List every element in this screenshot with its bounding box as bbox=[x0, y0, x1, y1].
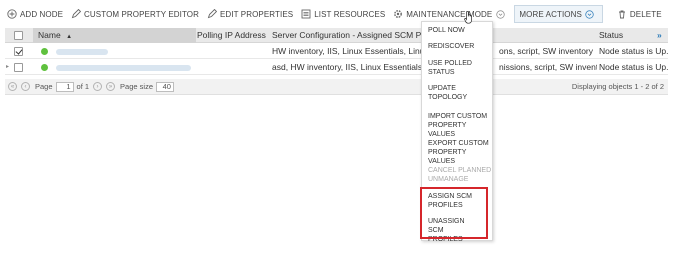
edit-properties-label: EDIT PROPERTIES bbox=[220, 9, 294, 19]
pencil-icon bbox=[71, 9, 82, 19]
status-up-icon bbox=[41, 64, 48, 71]
custom-property-editor-label: CUSTOM PROPERTY EDITOR bbox=[84, 9, 199, 19]
first-page-button[interactable]: « bbox=[8, 82, 17, 91]
delete-label: DELETE bbox=[629, 9, 662, 19]
node-name-redacted bbox=[56, 49, 108, 55]
grid-header: Name ▲ Polling IP Address Server Configu… bbox=[5, 28, 668, 43]
pencil-icon bbox=[207, 9, 217, 19]
table-row[interactable]: ▸ asd, HW inventory, IIS, Linux Essentia… bbox=[5, 60, 668, 75]
gear-icon bbox=[393, 9, 403, 19]
expand-arrow-icon[interactable]: ▸ bbox=[6, 60, 9, 75]
menu-item-import-custom-property-values[interactable]: IMPORT CUSTOM PROPERTY VALUES bbox=[428, 112, 492, 139]
previous-page-button[interactable]: ‹ bbox=[21, 82, 30, 91]
column-name-label: Name bbox=[38, 30, 61, 40]
menu-item-update-topology[interactable]: UPDATE TOPOLOGY bbox=[428, 84, 476, 102]
row-checkbox[interactable] bbox=[14, 63, 23, 72]
menu-item-poll-now[interactable]: POLL NOW bbox=[428, 26, 492, 35]
column-header-status[interactable]: Status bbox=[599, 28, 649, 43]
more-actions-label: MORE ACTIONS bbox=[519, 9, 582, 19]
page-input[interactable]: 1 bbox=[55, 81, 74, 92]
toolbar: ADD NODE CUSTOM PROPERTY EDITOR EDIT PRO… bbox=[0, 0, 675, 28]
page-size-label: Page size bbox=[120, 82, 153, 91]
sort-ascending-icon: ▲ bbox=[66, 34, 73, 40]
scm-profiles-highlight bbox=[420, 187, 488, 239]
expand-columns-icon[interactable]: » bbox=[657, 28, 667, 43]
column-header-server-config[interactable]: Server Configuration - Assigned SCM Pr bbox=[272, 28, 422, 43]
list-icon bbox=[301, 9, 311, 19]
status-up-icon bbox=[41, 48, 48, 55]
custom-property-editor-button[interactable]: CUSTOM PROPERTY EDITOR bbox=[71, 9, 199, 19]
page-label: Page bbox=[35, 82, 53, 91]
add-node-button[interactable]: ADD NODE bbox=[7, 9, 63, 19]
more-actions-button[interactable]: MORE ACTIONS bbox=[514, 5, 603, 23]
row-server-config-tail: ons, script, SW inventory bbox=[499, 46, 594, 56]
maintenance-mode-button[interactable]: MAINTENANCE MODE bbox=[393, 9, 508, 19]
menu-item-export-custom-property-values[interactable]: EXPORT CUSTOM PROPERTY VALUES bbox=[428, 139, 492, 166]
edit-properties-button[interactable]: EDIT PROPERTIES bbox=[207, 9, 293, 19]
table-row[interactable]: HW inventory, IIS, Linux Essentials, Lin… bbox=[5, 44, 668, 59]
next-page-button[interactable]: › bbox=[93, 82, 103, 91]
pager: « ‹ Page 1 of 1 › » Page size 40 Display… bbox=[5, 79, 668, 95]
of-pages-label: of 1 bbox=[76, 82, 90, 91]
chevron-down-icon bbox=[495, 9, 505, 19]
row-server-config-tail: nissions, script, SW inventory bbox=[499, 62, 597, 72]
delete-button[interactable]: DELETE bbox=[617, 9, 662, 19]
maintenance-mode-label: MAINTENANCE MODE bbox=[406, 9, 493, 19]
add-node-label: ADD NODE bbox=[20, 9, 64, 19]
row-checkbox[interactable] bbox=[14, 47, 23, 56]
menu-item-cancel-planned-unmanage[interactable]: CANCEL PLANNED UNMANAGE bbox=[428, 166, 492, 184]
row-status: Node status is Up. bbox=[599, 46, 668, 56]
last-page-button[interactable]: » bbox=[106, 82, 116, 91]
displaying-objects-label: Displaying objects 1 - 2 of 2 bbox=[571, 82, 664, 91]
column-header-polling-ip[interactable]: Polling IP Address bbox=[196, 28, 271, 43]
menu-item-rediscover[interactable]: REDISCOVER bbox=[428, 42, 492, 51]
column-header-name[interactable]: Name ▲ bbox=[33, 28, 196, 43]
row-server-config: asd, HW inventory, IIS, Linux Essentials… bbox=[272, 62, 422, 72]
select-all-checkbox[interactable] bbox=[14, 31, 23, 40]
node-name-redacted bbox=[56, 65, 191, 71]
chevron-down-icon bbox=[585, 9, 595, 19]
plus-circle-icon bbox=[7, 9, 17, 19]
trash-icon bbox=[617, 9, 627, 19]
page-size-input[interactable]: 40 bbox=[155, 81, 174, 92]
row-status: Node status is Up. bbox=[599, 62, 668, 72]
menu-item-use-polled-status[interactable]: USE POLLED STATUS bbox=[428, 59, 476, 77]
list-resources-label: LIST RESOURCES bbox=[314, 9, 386, 19]
row-server-config: HW inventory, IIS, Linux Essentials, Lin… bbox=[272, 46, 422, 56]
list-resources-button[interactable]: LIST RESOURCES bbox=[301, 9, 385, 19]
pointer-cursor-icon bbox=[464, 10, 473, 26]
